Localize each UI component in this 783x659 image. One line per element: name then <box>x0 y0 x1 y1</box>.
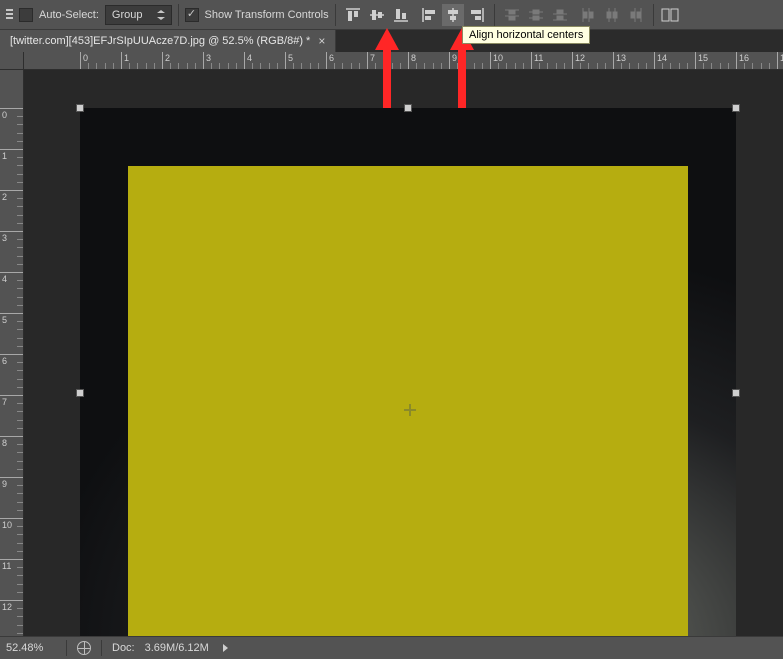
zoom-level[interactable]: 52.48% <box>6 642 56 654</box>
distribute-horizontal-centers-button <box>601 4 623 26</box>
globe-icon[interactable] <box>77 641 91 655</box>
align-top-edges-button[interactable] <box>342 4 364 26</box>
workspace: 01234567891011121314151617 0123456789101… <box>0 52 783 636</box>
separator <box>178 4 179 26</box>
auto-select-label: Auto-Select: <box>39 9 99 21</box>
ruler-corner <box>0 52 24 70</box>
show-transform-label: Show Transform Controls <box>205 9 329 21</box>
document-tab-title: [twitter.com][453]EFJrSIpUUAcze7D.jpg @ … <box>10 35 310 47</box>
layer-rectangle[interactable] <box>128 166 688 636</box>
auto-select-dropdown-value: Group <box>112 9 143 21</box>
distribute-horizontal-group <box>577 4 647 26</box>
document-image[interactable]: ThuThuatPhanMem.vn <box>80 108 736 636</box>
distribute-right-edges-button <box>625 4 647 26</box>
doc-size-value: 3.69M/6.12M <box>145 642 209 654</box>
document-tab[interactable]: [twitter.com][453]EFJrSIpUUAcze7D.jpg @ … <box>0 30 336 52</box>
align-horizontal-centers-button[interactable] <box>442 4 464 26</box>
separator <box>653 4 654 26</box>
align-left-edges-button[interactable] <box>418 4 440 26</box>
auto-select-dropdown[interactable]: Group <box>105 5 172 25</box>
separator <box>101 640 102 656</box>
distribute-bottom-edges-button <box>549 4 571 26</box>
distribute-vertical-group <box>501 4 571 26</box>
show-transform-checkbox[interactable] <box>185 8 199 22</box>
distribute-vertical-centers-button <box>525 4 547 26</box>
align-vertical-group <box>342 4 412 26</box>
options-bar: Auto-Select: Group Show Transform Contro… <box>0 0 783 30</box>
align-bottom-edges-button[interactable] <box>390 4 412 26</box>
separator <box>335 4 336 26</box>
dropdown-caret-icon <box>157 11 165 19</box>
distribute-left-edges-button <box>577 4 599 26</box>
tooltip: Align horizontal centers <box>462 26 590 44</box>
move-tool-indicator-icon <box>6 9 13 21</box>
vertical-ruler[interactable]: 012345678910111213 <box>0 70 24 636</box>
distribute-top-edges-button <box>501 4 523 26</box>
align-vertical-centers-button[interactable] <box>366 4 388 26</box>
close-tab-icon[interactable]: × <box>318 34 325 48</box>
doc-size-label: Doc: <box>112 642 135 654</box>
align-horizontal-group <box>418 4 488 26</box>
status-flyout-icon[interactable] <box>223 644 228 652</box>
align-right-edges-button[interactable] <box>466 4 488 26</box>
separator <box>494 4 495 26</box>
auto-align-layers-button[interactable] <box>660 4 682 26</box>
annotation-arrow-icon <box>375 28 399 108</box>
canvas-area[interactable]: ThuThuatPhanMem.vn <box>24 70 783 636</box>
auto-select-checkbox[interactable] <box>19 8 33 22</box>
separator <box>66 640 67 656</box>
horizontal-ruler[interactable]: 01234567891011121314151617 <box>24 52 783 70</box>
status-bar: 52.48% Doc: 3.69M/6.12M <box>0 636 783 659</box>
